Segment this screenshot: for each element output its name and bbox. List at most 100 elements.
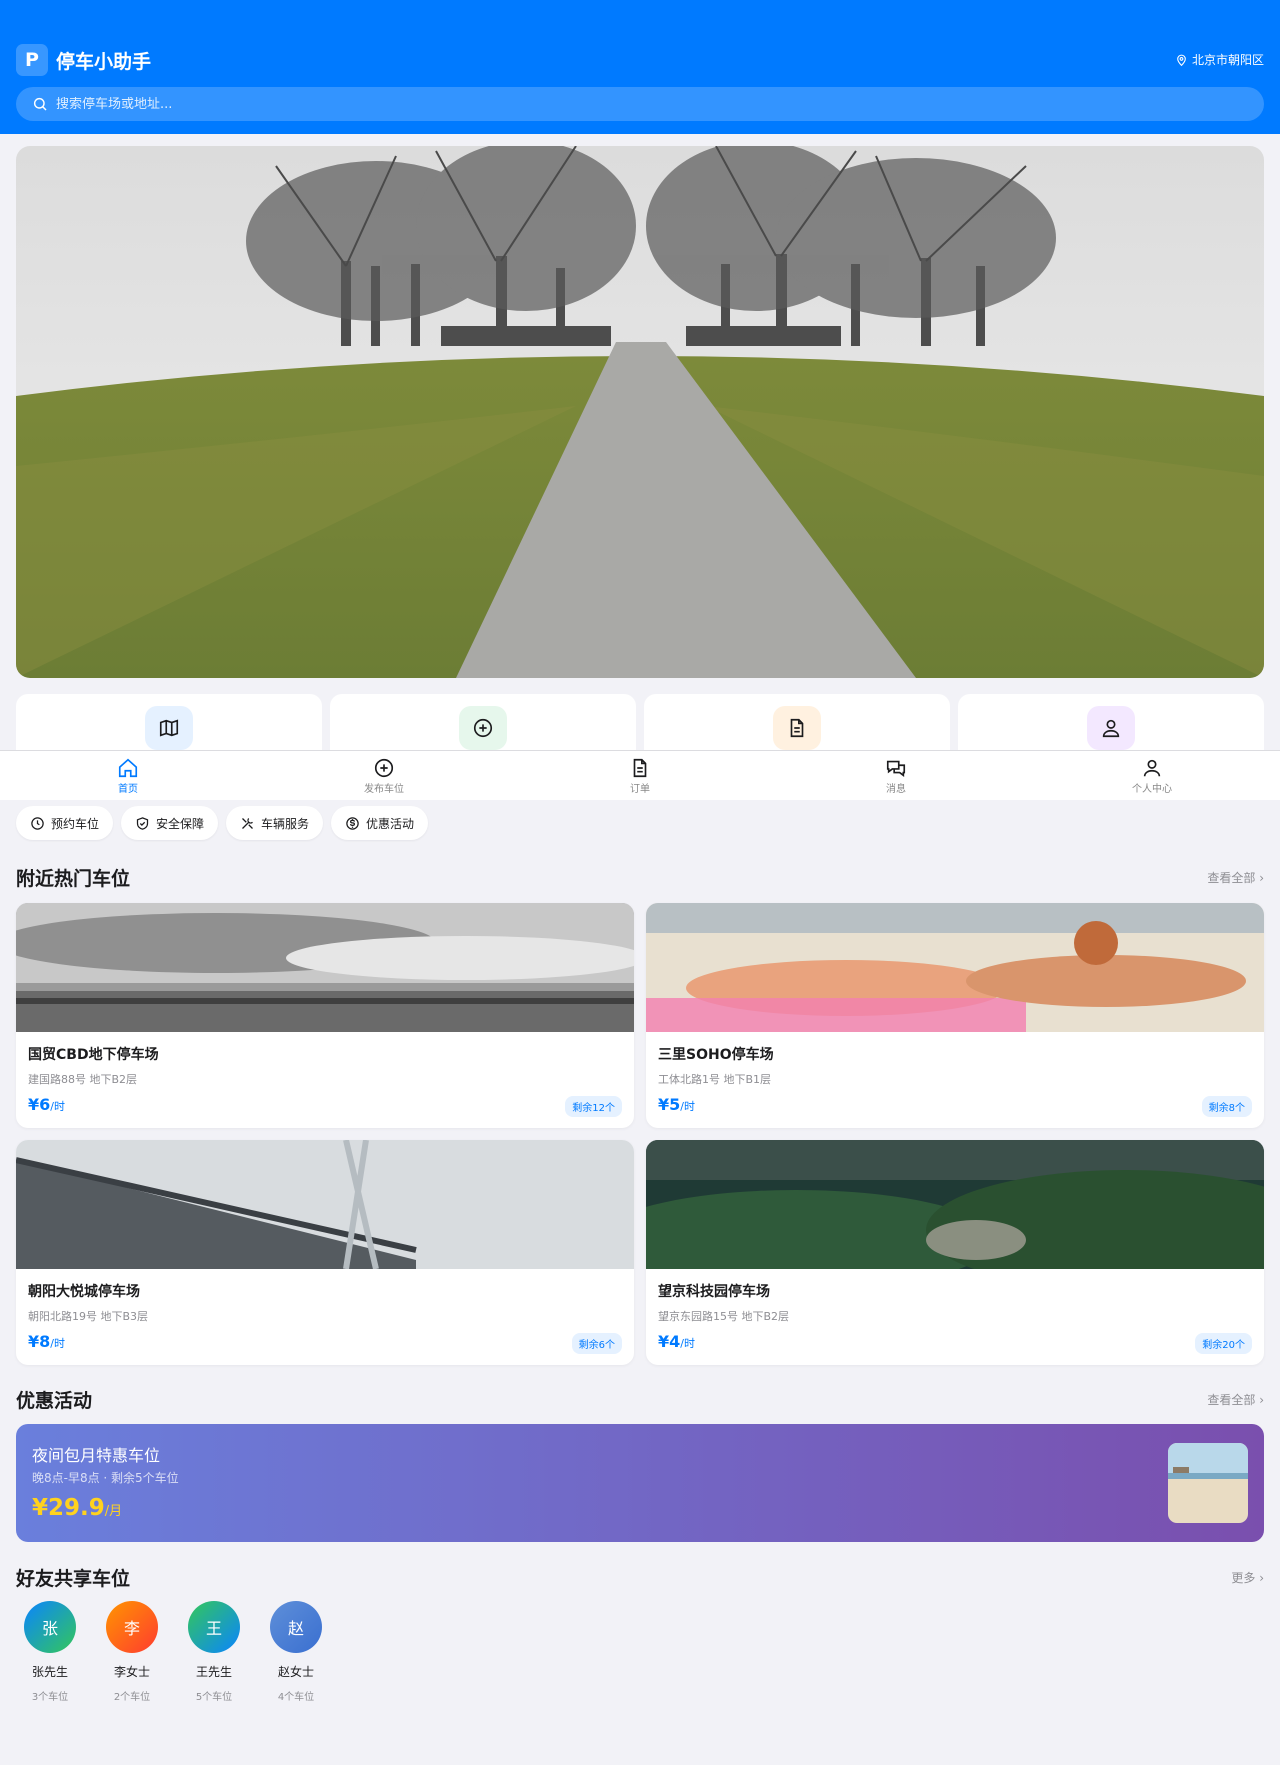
location-selector[interactable]: 北京市朝阳区 — [1175, 51, 1264, 68]
app-name: 停车小助手 — [56, 50, 152, 73]
section-title: 附近热门车位 — [16, 868, 131, 890]
lot-photo — [16, 903, 634, 1032]
quick-action-profile[interactable] — [958, 694, 1264, 750]
parking-lot-grid: 国贸CBD地下停车场 建国路88号 地下B2层 ¥6/时 剩余12个 三里SOH… — [16, 903, 1264, 1365]
view-all-link[interactable]: 查看全部 › — [1207, 869, 1264, 886]
promo-title: 夜间包月特惠车位 — [32, 1446, 161, 1465]
nearby-section-header: 附近热门车位 查看全部 › — [16, 864, 1264, 891]
lot-address: 建国路88号 地下B2层 — [28, 1073, 138, 1086]
parking-lot-card[interactable]: 朝阳大悦城停车场 朝阳北路19号 地下B3层 ¥8/时 剩余6个 — [16, 1140, 634, 1365]
promo-section-header: 优惠活动 查看全部 › — [16, 1386, 1264, 1413]
lot-photo — [16, 1140, 634, 1269]
document-icon — [773, 706, 821, 750]
clock-icon — [31, 816, 44, 830]
bottom-tab-bar: 首页 发布车位 订单 消息 个人中心 — [0, 750, 1280, 800]
lot-photo — [646, 903, 1264, 1032]
friend-name: 李女士 — [113, 1665, 150, 1679]
friend-spot-count: 4个车位 — [277, 1692, 315, 1703]
user-icon — [1087, 706, 1135, 750]
hero-banner-image[interactable] — [16, 146, 1264, 678]
lot-address: 工体北路1号 地下B1层 — [658, 1073, 772, 1086]
section-title: 优惠活动 — [16, 1390, 93, 1412]
friends-section-header: 好友共享车位 更多 › — [16, 1564, 1264, 1591]
chip-label: 车辆服务 — [261, 816, 310, 831]
quick-actions — [16, 694, 1264, 750]
user-icon — [1143, 759, 1161, 777]
search-icon — [33, 97, 47, 111]
tab-label: 发布车位 — [364, 784, 404, 795]
quick-action-orders[interactable] — [644, 694, 950, 750]
friend-spot-count: 5个车位 — [195, 1692, 233, 1703]
tab-home[interactable]: 首页 — [0, 751, 256, 800]
search-bar[interactable] — [16, 87, 1264, 121]
availability-badge: 剩余6个 — [571, 1333, 622, 1354]
map-icon — [145, 706, 193, 750]
avatar: 李 — [106, 1601, 158, 1653]
plus-circle-icon — [374, 758, 394, 778]
quick-action-map[interactable] — [16, 694, 322, 750]
tab-label: 订单 — [630, 784, 650, 795]
friend-item[interactable]: 李 李女士 2个车位 — [106, 1601, 158, 1703]
tab-messages[interactable]: 消息 — [768, 751, 1024, 800]
chip-label: 预约车位 — [51, 816, 100, 831]
lot-name: 国贸CBD地下停车场 — [28, 1047, 159, 1063]
plus-circle-icon — [459, 706, 507, 750]
friend-item[interactable]: 张 张先生 3个车位 — [24, 1601, 76, 1703]
search-input[interactable] — [56, 96, 1165, 112]
lot-address: 朝阳北路19号 地下B3层 — [28, 1310, 149, 1323]
section-title: 好友共享车位 — [16, 1568, 131, 1590]
lot-name: 三里SOHO停车场 — [658, 1047, 774, 1063]
friends-list: 张 张先生 3个车位 李 李女士 2个车位 王 王先生 5个车位 赵 赵女士 4… — [24, 1601, 322, 1703]
lot-price: ¥6/时 — [28, 1095, 65, 1114]
friend-spot-count: 3个车位 — [31, 1692, 69, 1703]
lot-name: 朝阳大悦城停车场 — [28, 1284, 140, 1300]
shield-icon — [136, 816, 149, 830]
parking-lot-card[interactable]: 国贸CBD地下停车场 建国路88号 地下B2层 ¥6/时 剩余12个 — [16, 903, 634, 1128]
friend-spot-count: 2个车位 — [113, 1692, 151, 1703]
lot-photo — [646, 1140, 1264, 1269]
friend-item[interactable]: 赵 赵女士 4个车位 — [270, 1601, 322, 1703]
service-chips: 预约车位 安全保障 车辆服务 优惠活动 — [16, 806, 429, 840]
promo-thumbnail — [1168, 1443, 1248, 1523]
tab-orders[interactable]: 订单 — [512, 751, 768, 800]
chat-icon — [886, 760, 906, 777]
lot-price: ¥4/时 — [658, 1332, 695, 1351]
tab-label: 消息 — [886, 784, 906, 795]
quick-action-publish[interactable] — [330, 694, 636, 750]
more-link[interactable]: 更多 › — [1231, 1569, 1264, 1586]
friend-name: 赵女士 — [277, 1665, 314, 1679]
friend-item[interactable]: 王 王先生 5个车位 — [188, 1601, 240, 1703]
lot-price: ¥5/时 — [658, 1095, 695, 1114]
lot-name: 望京科技园停车场 — [658, 1284, 770, 1300]
lot-price: ¥8/时 — [28, 1332, 65, 1351]
chip-safety[interactable]: 安全保障 — [121, 806, 219, 840]
promo-card[interactable]: 夜间包月特惠车位 晚8点-早8点 · 剩余5个车位 ¥29.9/月 — [16, 1424, 1264, 1542]
app-logo: P — [16, 44, 48, 76]
avatar: 赵 — [270, 1601, 322, 1653]
view-all-link[interactable]: 查看全部 › — [1207, 1391, 1264, 1408]
tab-publish[interactable]: 发布车位 — [256, 751, 512, 800]
friend-name: 王先生 — [195, 1665, 232, 1679]
brand[interactable]: P 停车小助手 — [16, 44, 151, 76]
promo-subtitle: 晚8点-早8点 · 剩余5个车位 — [32, 1471, 179, 1485]
chip-label: 优惠活动 — [366, 816, 415, 831]
availability-badge: 剩余12个 — [565, 1096, 622, 1117]
parking-lot-card[interactable]: 望京科技园停车场 望京东园路15号 地下B2层 ¥4/时 剩余20个 — [646, 1140, 1264, 1365]
chip-promotions[interactable]: 优惠活动 — [331, 806, 429, 840]
chip-reserve[interactable]: 预约车位 — [16, 806, 114, 840]
top-header: P 停车小助手 北京市朝阳区 — [0, 0, 1280, 134]
chip-label: 安全保障 — [156, 816, 205, 831]
dollar-icon — [346, 816, 359, 830]
avatar: 张 — [24, 1601, 76, 1653]
tab-profile[interactable]: 个人中心 — [1024, 751, 1280, 800]
chip-vehicle-service[interactable]: 车辆服务 — [226, 806, 324, 840]
document-icon — [633, 758, 647, 778]
location-pin-icon — [1177, 54, 1186, 66]
friend-name: 张先生 — [31, 1665, 68, 1679]
tab-label: 首页 — [118, 784, 138, 795]
availability-badge: 剩余20个 — [1195, 1333, 1252, 1354]
tab-label: 个人中心 — [1132, 784, 1172, 795]
lot-address: 望京东园路15号 地下B2层 — [658, 1310, 790, 1323]
home-icon — [118, 758, 138, 778]
parking-lot-card[interactable]: 三里SOHO停车场 工体北路1号 地下B1层 ¥5/时 剩余8个 — [646, 903, 1264, 1128]
